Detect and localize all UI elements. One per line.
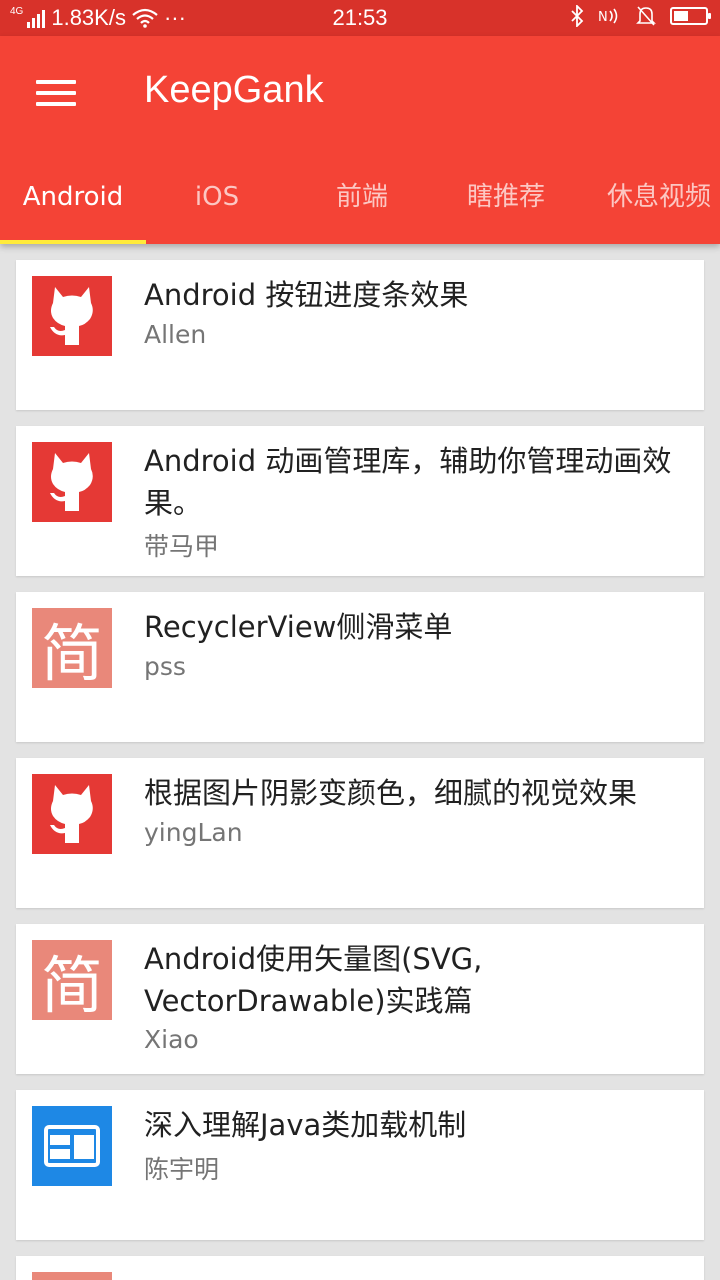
item-author: pss	[144, 652, 186, 681]
github-octocat-icon	[32, 774, 112, 854]
battery-icon	[670, 7, 711, 25]
item-title: Android 动画管理库，辅助你管理动画效果。	[144, 444, 672, 520]
menu-icon[interactable]	[36, 80, 76, 106]
list-item[interactable]: 根据图片阴影变颜色，细腻的视觉效果 yingLan	[16, 758, 704, 908]
bluetooth-icon	[571, 5, 584, 27]
jianshu-icon	[32, 1272, 112, 1280]
list-item[interactable]: 简 RecyclerView侧滑菜单 pss	[16, 592, 704, 742]
jianshu-icon: 简	[32, 940, 112, 1022]
item-author: 带马甲	[144, 532, 220, 561]
item-title: RecyclerView侧滑菜单	[144, 610, 453, 644]
list-item[interactable]	[16, 1256, 704, 1280]
tab-rest-video[interactable]: 休息视频	[584, 164, 720, 244]
item-title: 根据图片阴影变颜色，细腻的视觉效果	[144, 776, 638, 810]
web-page-icon	[32, 1106, 112, 1186]
tab-frontend[interactable]: 前端	[289, 164, 435, 244]
list-item[interactable]: 深入理解Java类加载机制 陈宇明	[16, 1090, 704, 1240]
tab-bar: Android iOS 前端 瞎推荐 休息视频	[0, 164, 720, 244]
item-author: Allen	[144, 320, 207, 349]
list-item[interactable]: 简 Android使用矢量图(SVG, VectorDrawable)实践篇 X…	[16, 924, 704, 1074]
github-octocat-icon	[32, 442, 112, 522]
github-octocat-icon	[32, 276, 112, 356]
app-title: KeepGank	[144, 69, 324, 111]
nfc-icon: N	[598, 8, 618, 25]
list-item[interactable]: Android 动画管理库，辅助你管理动画效果。 带马甲	[16, 426, 704, 576]
item-title: Android 按钮进度条效果	[144, 278, 469, 312]
status-right: N	[570, 5, 711, 27]
svg-text:N: N	[598, 10, 608, 25]
item-author: yingLan	[144, 818, 243, 847]
tab-recommend[interactable]: 瞎推荐	[433, 164, 579, 244]
jianshu-icon: 简	[32, 608, 112, 690]
item-author: Xiao	[144, 1025, 199, 1054]
item-title: Android使用矢量图(SVG, VectorDrawable)实践篇	[144, 942, 483, 1018]
app-bar: KeepGank Android iOS 前端 瞎推荐 休息视频	[0, 36, 720, 244]
item-title: 深入理解Java类加载机制	[144, 1108, 467, 1142]
status-bar: 4G 1.83K/s ··· 21:53 N	[0, 0, 720, 36]
tab-indicator	[0, 240, 146, 244]
tab-android[interactable]: Android	[0, 164, 146, 244]
list-item[interactable]: Android 按钮进度条效果 Allen	[16, 260, 704, 410]
tab-ios[interactable]: iOS	[144, 164, 290, 244]
silent-bell-icon	[636, 6, 656, 26]
item-author: 陈宇明	[144, 1155, 220, 1184]
